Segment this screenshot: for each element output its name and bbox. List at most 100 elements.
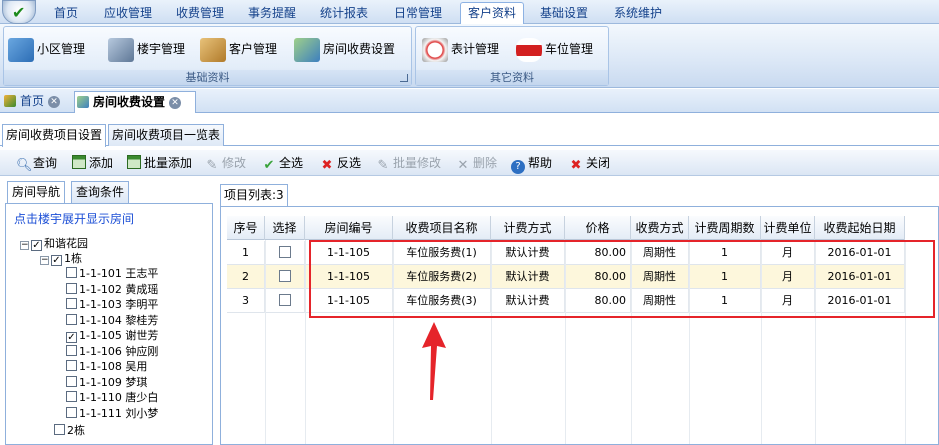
close-icon[interactable]: ✕: [48, 95, 61, 108]
close-icon[interactable]: ✕: [169, 96, 182, 109]
doc-tab-room-charge[interactable]: 房间收费设置 ✕: [74, 91, 196, 113]
checkbox[interactable]: [66, 375, 77, 387]
tab-item-settings[interactable]: 房间收费项目设置: [2, 124, 107, 147]
column-header[interactable]: 计费周期数: [689, 216, 761, 240]
tab-query-conditions[interactable]: 查询条件: [71, 181, 130, 203]
tree-node-room[interactable]: 1-1-101 王志平: [66, 266, 158, 281]
select-cell[interactable]: [265, 241, 305, 265]
tree-node-room[interactable]: 1-1-106 钟应刚: [66, 344, 158, 359]
column-header[interactable]: 价格: [565, 216, 631, 240]
tree-node-room[interactable]: 1-1-110 唐少白: [66, 390, 158, 405]
parking-button[interactable]: 车位管理: [516, 33, 593, 65]
add-button[interactable]: 添加: [72, 154, 113, 172]
menu-daily[interactable]: 日常管理: [384, 3, 452, 23]
tree-hint: 点击楼宇展开显示房间: [14, 212, 135, 226]
menu-reports[interactable]: 统计报表: [312, 3, 376, 23]
column-header[interactable]: 序号: [227, 216, 265, 240]
dialog-launcher-icon[interactable]: [400, 74, 408, 82]
edit-button[interactable]: ✎ 修改: [205, 154, 246, 173]
collapse-icon[interactable]: −: [20, 241, 29, 250]
tab-room-nav[interactable]: 房间导航: [7, 181, 66, 204]
collapse-icon[interactable]: −: [40, 256, 49, 265]
column-header[interactable]: 收费项目名称: [393, 216, 491, 240]
table-cell: 2: [227, 265, 265, 289]
grid-line: [305, 240, 306, 444]
row-checkbox[interactable]: [278, 294, 291, 306]
batch-edit-button[interactable]: ✎ 批量修改: [376, 154, 441, 173]
checkbox[interactable]: [66, 344, 77, 356]
menu-reminder[interactable]: 事务提醒: [240, 3, 304, 23]
help-button[interactable]: ? 帮助: [511, 154, 552, 174]
checkbox[interactable]: [66, 282, 77, 294]
tree-node-room[interactable]: 1-1-103 李明平: [66, 297, 158, 312]
column-header[interactable]: 收费方式: [631, 216, 689, 240]
arrow-icon: [422, 322, 446, 400]
home-icon: [4, 95, 16, 107]
checkbox[interactable]: [54, 424, 65, 435]
room-label: 1-1-110 唐少白: [79, 391, 159, 404]
column-header[interactable]: 房间编号: [305, 216, 393, 240]
tab-item-list[interactable]: 项目列表:3: [220, 184, 288, 206]
tree-node-building-2[interactable]: 2栋: [54, 423, 85, 438]
tree-node-building-1[interactable]: − ✓ 1栋: [40, 251, 82, 266]
room-label: 1-1-101 王志平: [79, 267, 159, 280]
menu-basic-settings[interactable]: 基础设置: [532, 3, 596, 23]
row-checkbox[interactable]: [278, 270, 291, 282]
delete-button[interactable]: ✕ 删除: [456, 154, 497, 173]
checkbox[interactable]: [66, 298, 77, 309]
select-cell[interactable]: [265, 289, 305, 313]
checkbox[interactable]: [66, 313, 77, 325]
doc-tab-home[interactable]: 首页 ✕: [2, 91, 70, 113]
customer-button[interactable]: 客户管理: [200, 33, 277, 65]
table-cell: 3: [227, 289, 265, 313]
checkbox[interactable]: ✓: [51, 255, 62, 266]
menu-customer-data[interactable]: 客户资料: [460, 2, 524, 24]
close-button[interactable]: ✖ 关闭: [569, 154, 610, 173]
room-label: 1-1-108 吴用: [79, 360, 148, 373]
grid-line: [265, 240, 266, 444]
tree-node-room[interactable]: 1-1-104 黎桂芳: [66, 313, 158, 328]
select-cell[interactable]: [265, 265, 305, 289]
room-label: 1-1-102 黄成瑶: [79, 282, 159, 296]
checkbox[interactable]: ✓: [31, 240, 42, 251]
checkbox[interactable]: ✓: [66, 332, 77, 343]
tree-node-community[interactable]: − ✓ 和谐花园: [20, 236, 88, 251]
clock-icon: [422, 37, 448, 62]
tree-node-room[interactable]: 1-1-102 黄成瑶: [66, 282, 158, 297]
meter-button[interactable]: 表计管理: [422, 33, 499, 65]
menu-system[interactable]: 系统维护: [606, 3, 670, 23]
invert-select-button[interactable]: ✖ 反选: [320, 154, 361, 173]
batch-add-button[interactable]: 批量添加: [127, 154, 192, 172]
building-button[interactable]: 楼宇管理: [108, 33, 185, 65]
room-label: 1-1-103 李明平: [79, 298, 159, 311]
column-header[interactable]: 选择: [265, 216, 305, 240]
room-label: 1-1-104 黎桂芳: [79, 313, 159, 327]
search-icon: 🔍︎: [16, 158, 33, 173]
room-tree: 点击楼宇展开显示房间 − ✓ 和谐花园 − ✓ 1栋 1-1-101 王志平 1-1-10…: [5, 203, 213, 445]
tree-node-room[interactable]: 1-1-109 梦琪: [66, 375, 147, 390]
delete-icon: ✕: [457, 158, 469, 173]
checkbox[interactable]: [66, 391, 77, 402]
tree-node-room[interactable]: 1-1-108 吴用: [66, 359, 147, 374]
menu-receivable[interactable]: 应收管理: [96, 3, 160, 23]
menu-bar: ✔ 首页 应收管理 收费管理 事务提醒 统计报表 日常管理 客户资料 基础设置 …: [0, 0, 939, 24]
room-charge-button[interactable]: 房间收费设置: [294, 33, 395, 65]
users-icon: [77, 96, 89, 108]
row-checkbox[interactable]: [278, 246, 291, 258]
checkbox[interactable]: [66, 406, 77, 418]
checkbox[interactable]: [66, 267, 77, 278]
column-header[interactable]: 收费起始日期: [815, 216, 905, 240]
menu-charge[interactable]: 收费管理: [168, 3, 232, 23]
app-logo[interactable]: ✔: [2, 0, 36, 24]
ribbon-group-other: 表计管理 车位管理 其它资料: [415, 26, 609, 86]
tab-item-overview[interactable]: 房间收费项目一览表: [108, 124, 225, 146]
column-header[interactable]: 计费方式: [491, 216, 565, 240]
checkbox[interactable]: [66, 360, 77, 371]
community-button[interactable]: 小区管理: [8, 33, 85, 65]
menu-home[interactable]: 首页: [44, 3, 88, 23]
tree-node-room[interactable]: 1-1-111 刘小梦: [66, 406, 158, 421]
column-header[interactable]: 计费单位: [761, 216, 815, 240]
tree-node-room[interactable]: ✓ 1-1-105 谢世芳: [66, 328, 158, 343]
select-all-button[interactable]: ✔ 全选: [262, 154, 303, 173]
query-button[interactable]: 🔍︎查询: [16, 154, 57, 173]
